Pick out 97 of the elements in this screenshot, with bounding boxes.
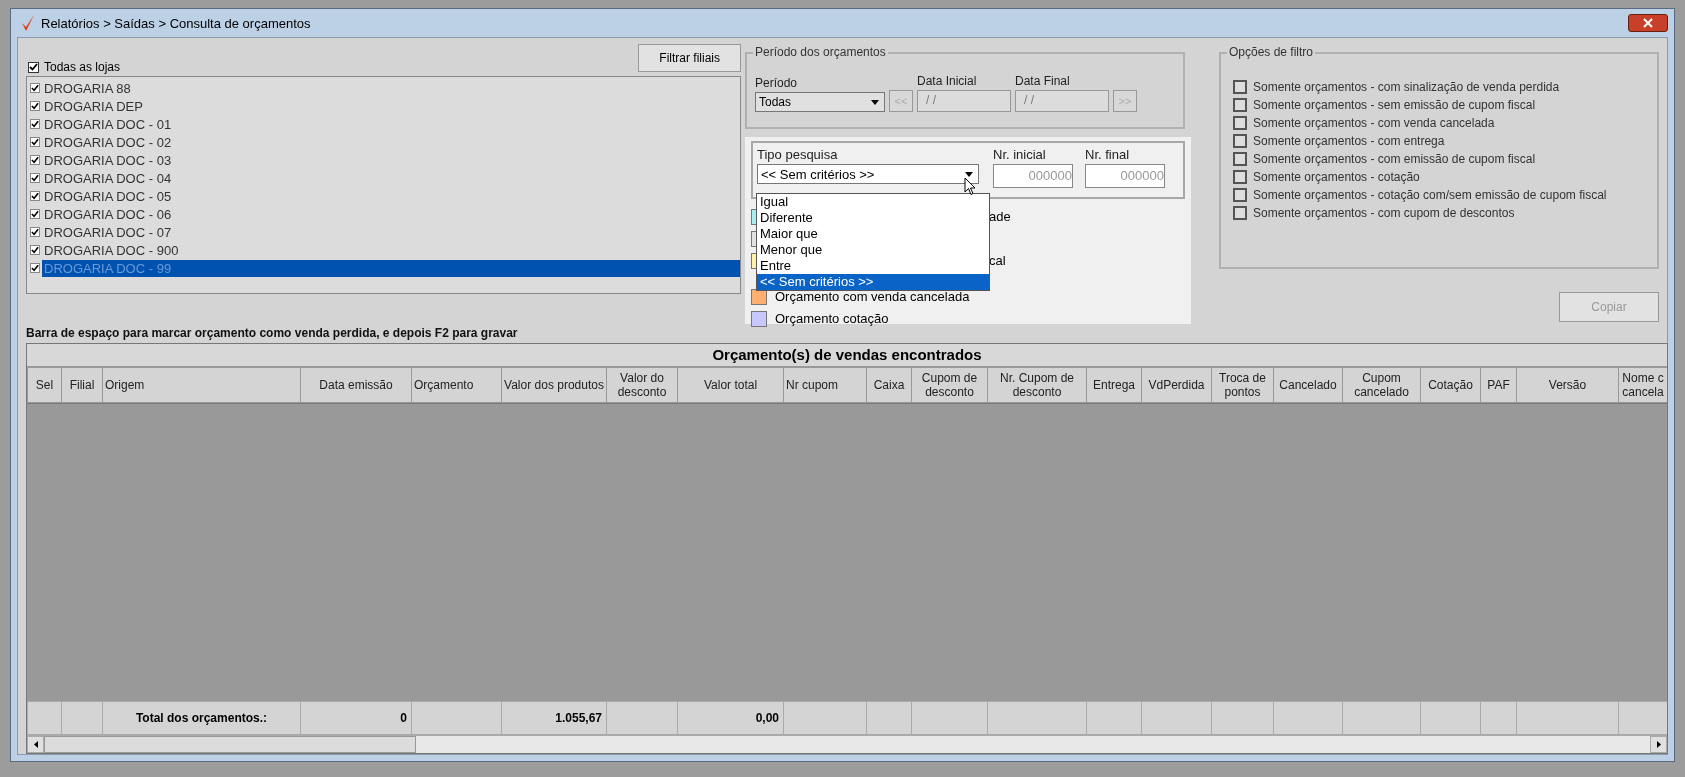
column-header[interactable]: Cupom cancelado bbox=[1342, 367, 1421, 403]
right-arrow-icon bbox=[1656, 741, 1661, 748]
dropdown-option[interactable]: Diferente bbox=[757, 210, 989, 226]
total-cell: 0,00 bbox=[755, 711, 779, 725]
field-label: Nr. inicial bbox=[993, 147, 1047, 162]
checkbox-label: Somente orçamentos - cotação com/sem emissão de cupom fiscal bbox=[1253, 188, 1607, 202]
store-list-item[interactable]: DROGARIA DOC - 04 bbox=[42, 169, 740, 187]
column-header[interactable]: Valor total bbox=[677, 367, 784, 403]
column-header[interactable]: Nome c cancela bbox=[1618, 367, 1667, 403]
column-header[interactable]: Versão bbox=[1516, 367, 1619, 403]
window-title: Relatórios > Saídas > Consulta de orçamentos bbox=[41, 15, 311, 31]
group-title: Opções de filtro bbox=[1227, 45, 1316, 59]
legend-label: ade bbox=[989, 209, 1011, 224]
checkbox[interactable] bbox=[1233, 98, 1247, 112]
checkbox[interactable] bbox=[30, 101, 40, 111]
table-title: Orçamento(s) de vendas encontrados bbox=[27, 344, 1667, 367]
checkbox-label: Somente orçamentos - com emissão de cupom fiscal bbox=[1253, 152, 1536, 166]
legend-label: Orçamento cotação bbox=[775, 311, 889, 326]
field-label: Data Inicial bbox=[917, 74, 978, 88]
scroll-thumb[interactable] bbox=[44, 736, 416, 753]
field-label: Nr. final bbox=[1085, 147, 1131, 162]
store-list-item[interactable]: DROGARIA DOC - 03 bbox=[42, 151, 740, 169]
checkbox-label: Somente orçamentos - com venda cancelada bbox=[1253, 116, 1495, 130]
checkbox[interactable] bbox=[30, 263, 40, 273]
column-header[interactable]: Sel bbox=[27, 367, 62, 403]
horizontal-scrollbar[interactable] bbox=[27, 735, 1667, 753]
column-header[interactable]: PAF bbox=[1480, 367, 1517, 403]
column-header[interactable]: Orçamento bbox=[411, 367, 502, 403]
checkmark-logo-icon bbox=[21, 14, 35, 32]
checkbox[interactable] bbox=[30, 227, 40, 237]
checkbox[interactable] bbox=[28, 61, 39, 73]
legend-label: cal bbox=[989, 253, 1006, 268]
checkbox[interactable] bbox=[30, 173, 40, 183]
dropdown-option[interactable]: Igual bbox=[757, 194, 989, 210]
checkbox[interactable] bbox=[1233, 116, 1247, 130]
checkbox-label: Somente orçamentos - sem emissão de cupom fiscal bbox=[1253, 98, 1536, 112]
checkbox[interactable] bbox=[30, 155, 40, 165]
column-header[interactable]: Valor dos produtos bbox=[501, 367, 607, 403]
column-header[interactable]: Origem bbox=[102, 367, 301, 403]
checkbox[interactable] bbox=[30, 245, 40, 255]
total-cell: 1.055,67 bbox=[555, 711, 602, 725]
store-list-item[interactable]: DROGARIA 88 bbox=[42, 79, 740, 97]
hint-text: Barra de espaço para marcar orçamento como venda perdida, e depois F2 para gravar bbox=[26, 325, 519, 342]
scroll-left-button[interactable] bbox=[27, 736, 44, 753]
column-header[interactable]: Data emissão bbox=[300, 367, 412, 403]
field-label: Data Final bbox=[1015, 74, 1071, 88]
column-header[interactable]: Cotação bbox=[1420, 367, 1481, 403]
checkbox[interactable] bbox=[30, 191, 40, 201]
checkbox[interactable] bbox=[1233, 188, 1247, 202]
checkbox[interactable] bbox=[30, 83, 40, 93]
checkbox[interactable] bbox=[30, 119, 40, 129]
field-label: Tipo pesquisa bbox=[757, 147, 839, 162]
dropdown-option[interactable]: Menor que bbox=[757, 242, 989, 258]
column-header[interactable]: Valor do desconto bbox=[606, 367, 678, 403]
store-list-item[interactable]: DROGARIA DEP bbox=[42, 97, 740, 115]
column-header[interactable]: Caixa bbox=[866, 367, 912, 403]
store-list-item[interactable]: DROGARIA DOC - 07 bbox=[42, 223, 740, 241]
dropdown-option[interactable]: << Sem critérios >> bbox=[757, 274, 989, 290]
search-type-dropdown[interactable]: << Sem critérios >> bbox=[757, 164, 979, 184]
checkbox-label: Todas as lojas bbox=[44, 60, 121, 74]
dropdown-option[interactable]: Maior que bbox=[757, 226, 989, 242]
total-cell: 0 bbox=[400, 711, 407, 725]
store-list-item[interactable]: DROGARIA DOC - 06 bbox=[42, 205, 740, 223]
filter-button[interactable]: Filtrar filiais bbox=[638, 44, 741, 72]
column-header[interactable]: Cancelado bbox=[1273, 367, 1343, 403]
scroll-right-button[interactable] bbox=[1650, 736, 1667, 753]
store-list-item[interactable]: DROGARIA DOC - 01 bbox=[42, 115, 740, 133]
store-list-item[interactable]: DROGARIA DOC - 05 bbox=[42, 187, 740, 205]
legend-label: Orçamento com venda cancelada bbox=[775, 289, 970, 304]
checkbox[interactable] bbox=[30, 137, 40, 147]
caret-icon bbox=[871, 99, 879, 105]
checkbox-label: Somente orçamentos - com entrega bbox=[1253, 134, 1445, 148]
checkbox[interactable] bbox=[1233, 152, 1247, 166]
checkbox[interactable] bbox=[1233, 80, 1247, 94]
column-header[interactable]: Nr. Cupom de desconto bbox=[987, 367, 1087, 403]
store-list-item[interactable]: DROGARIA DOC - 02 bbox=[42, 133, 740, 151]
left-arrow-icon bbox=[33, 741, 38, 748]
checkbox[interactable] bbox=[1233, 206, 1247, 220]
column-header[interactable]: Troca de pontos bbox=[1211, 367, 1274, 403]
checkbox-label: Somente orçamentos - cotação bbox=[1253, 170, 1420, 184]
checkbox[interactable] bbox=[1233, 170, 1247, 184]
column-header[interactable]: Cupom de desconto bbox=[911, 367, 988, 403]
checkbox-label: Somente orçamentos - com cupom de descontos bbox=[1253, 206, 1515, 220]
total-cell: Total dos orçamentos.: bbox=[135, 711, 268, 725]
column-header[interactable]: VdPerdida bbox=[1141, 367, 1212, 403]
column-header[interactable]: Nr cupom bbox=[783, 367, 867, 403]
close-icon bbox=[1643, 18, 1653, 28]
checkbox-label: Somente orçamentos - com sinalização de venda perdida bbox=[1253, 80, 1560, 94]
dropdown-option[interactable]: Entre bbox=[757, 258, 989, 274]
column-header[interactable]: Filial bbox=[61, 367, 103, 403]
group-title: Período dos orçamentos bbox=[753, 45, 888, 59]
column-header[interactable]: Entrega bbox=[1086, 367, 1142, 403]
close-button[interactable] bbox=[1628, 14, 1668, 32]
checkbox[interactable] bbox=[1233, 134, 1247, 148]
field-label: Período bbox=[755, 76, 799, 90]
store-list-item[interactable]: DROGARIA DOC - 900 bbox=[42, 241, 740, 259]
checkbox[interactable] bbox=[30, 209, 40, 219]
